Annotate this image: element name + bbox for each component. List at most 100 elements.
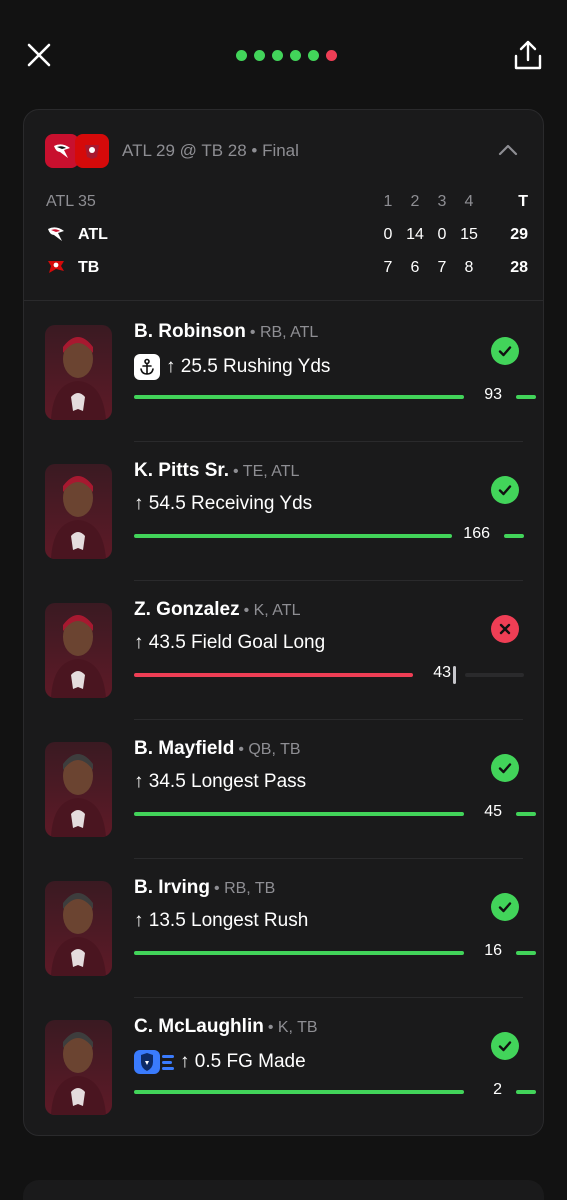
player-avatar (45, 603, 112, 698)
player-headshot-icon (51, 1032, 106, 1115)
total-header: T (518, 193, 528, 210)
progress-bar-tail (516, 812, 536, 816)
prop-line: ↑ 43.5 Field Goal Long (134, 632, 325, 654)
progress-bar (134, 395, 464, 399)
target-marker (453, 666, 456, 684)
progress-bar-tail (465, 673, 524, 677)
progress-bar (134, 951, 464, 955)
chevron-up-icon (498, 144, 518, 156)
player-name: B. Irving • RB, TB (134, 877, 275, 899)
quarter-score: 14 (406, 226, 424, 243)
player-headshot-icon (51, 615, 106, 698)
prop-line-text: ↑ 34.5 Longest Pass (134, 771, 307, 792)
player-name: B. Mayfield • QB, TB (134, 738, 301, 760)
progress-bar-tail (516, 395, 536, 399)
player-avatar (45, 464, 112, 559)
close-button[interactable] (24, 40, 54, 70)
share-icon (514, 40, 542, 70)
close-icon (27, 43, 51, 67)
player-headshot-icon (51, 893, 106, 976)
progress-bar (134, 673, 413, 677)
progress-dot (326, 50, 337, 61)
quarter-score: 7 (437, 259, 447, 276)
quarter-score: 8 (464, 259, 474, 276)
player-headshot-icon (51, 754, 106, 837)
result-value: 45 (484, 803, 502, 820)
player-name: K. Pitts Sr. • TE, ATL (134, 460, 299, 482)
progress-bar (134, 812, 464, 816)
prop-row[interactable]: B. Irving • RB, TB ↑ 13.5 Longest Rush 16 (24, 859, 543, 998)
quarter-score: 6 (410, 259, 420, 276)
matchup-logos (45, 134, 109, 168)
game-header[interactable]: ATL 29 @ TB 28 • Final (24, 110, 543, 190)
progress-dots (236, 50, 337, 61)
progress-dot (308, 50, 319, 61)
result-value: 2 (493, 1081, 502, 1098)
quarter-score: 15 (460, 226, 478, 243)
shield-boost-icon (134, 1049, 174, 1075)
prop-line: ↑ 0.5 FG Made (134, 1049, 306, 1075)
player-meta: • RB, TB (214, 880, 276, 897)
team-row-tb: TB 7 6 7 8 28 (24, 253, 543, 283)
player-meta: • K, TB (267, 1019, 318, 1036)
prop-row[interactable]: K. Pitts Sr. • TE, ATL ↑ 54.5 Receiving Y… (24, 442, 543, 581)
team-row-atl: ATL 0 14 0 15 29 (24, 220, 543, 250)
box-score-header: ATL 35 1 2 3 4 T (24, 187, 543, 217)
check-icon (491, 754, 519, 782)
player-name-text: B. Robinson (134, 321, 246, 342)
check-icon (491, 337, 519, 365)
prop-line-text: ↑ 0.5 FG Made (180, 1051, 306, 1072)
next-card (23, 1180, 544, 1200)
player-name-text: Z. Gonzalez (134, 599, 240, 620)
prop-line-text: ↑ 13.5 Longest Rush (134, 910, 309, 931)
buccaneers-logo-icon (48, 261, 64, 273)
player-headshot-icon (51, 476, 106, 559)
player-avatar (45, 1020, 112, 1115)
quarter-score: 7 (383, 259, 393, 276)
player-avatar (45, 742, 112, 837)
collapse-button[interactable] (494, 136, 522, 164)
cross-icon (491, 615, 519, 643)
prop-line: ↑ 54.5 Receiving Yds (134, 493, 312, 515)
player-meta: • TE, ATL (233, 463, 300, 480)
player-name: B. Robinson • RB, ATL (134, 321, 318, 343)
player-name-text: B. Mayfield (134, 738, 235, 759)
game-card: ATL 29 @ TB 28 • Final ATL 35 1 2 3 4 T … (23, 109, 544, 1136)
top-bar (0, 0, 567, 110)
quarter-header: 1 (383, 193, 393, 210)
result-value: 16 (484, 942, 502, 959)
check-icon (491, 893, 519, 921)
player-name-text: B. Irving (134, 877, 211, 898)
buccaneers-logo-icon (75, 134, 109, 168)
box-score-header-label: ATL 35 (46, 193, 96, 210)
progress-dot (236, 50, 247, 61)
total-score: 28 (510, 259, 528, 276)
progress-bar-tail (516, 1090, 536, 1094)
progress-bar (134, 1090, 464, 1094)
anchor-icon (134, 354, 160, 380)
prop-row[interactable]: C. McLaughlin • K, TB ↑ 0.5 FG Made 2 (24, 998, 543, 1135)
team-abbr: TB (78, 259, 100, 276)
falcons-logo-icon (48, 227, 64, 241)
progress-dot (254, 50, 265, 61)
prop-line-text: ↑ 43.5 Field Goal Long (134, 632, 326, 653)
prop-row[interactable]: B. Mayfield • QB, TB ↑ 34.5 Longest Pass … (24, 720, 543, 859)
result-value: 93 (484, 386, 502, 403)
prop-row[interactable]: Z. Gonzalez • K, ATL ↑ 43.5 Field Goal Lo… (24, 581, 543, 720)
progress-bar-tail (516, 951, 536, 955)
prop-row[interactable]: B. Robinson • RB, ATL ↑ 25.5 Rushing Yds … (24, 303, 543, 442)
quarter-header: 2 (410, 193, 420, 210)
player-meta: • K, ATL (243, 602, 301, 619)
share-button[interactable] (511, 38, 545, 72)
progress-bar (134, 534, 452, 538)
player-name-text: K. Pitts Sr. (134, 460, 230, 481)
player-name: Z. Gonzalez • K, ATL (134, 599, 300, 621)
prop-line-text: ↑ 54.5 Receiving Yds (134, 493, 313, 514)
prop-line-text: ↑ 25.5 Rushing Yds (166, 356, 331, 377)
game-status: ATL 29 @ TB 28 • Final (122, 141, 299, 160)
prop-line: ↑ 13.5 Longest Rush (134, 910, 308, 932)
quarter-header: 4 (464, 193, 474, 210)
quarter-score: 0 (437, 226, 447, 243)
progress-dot (290, 50, 301, 61)
player-meta: • QB, TB (238, 741, 301, 758)
